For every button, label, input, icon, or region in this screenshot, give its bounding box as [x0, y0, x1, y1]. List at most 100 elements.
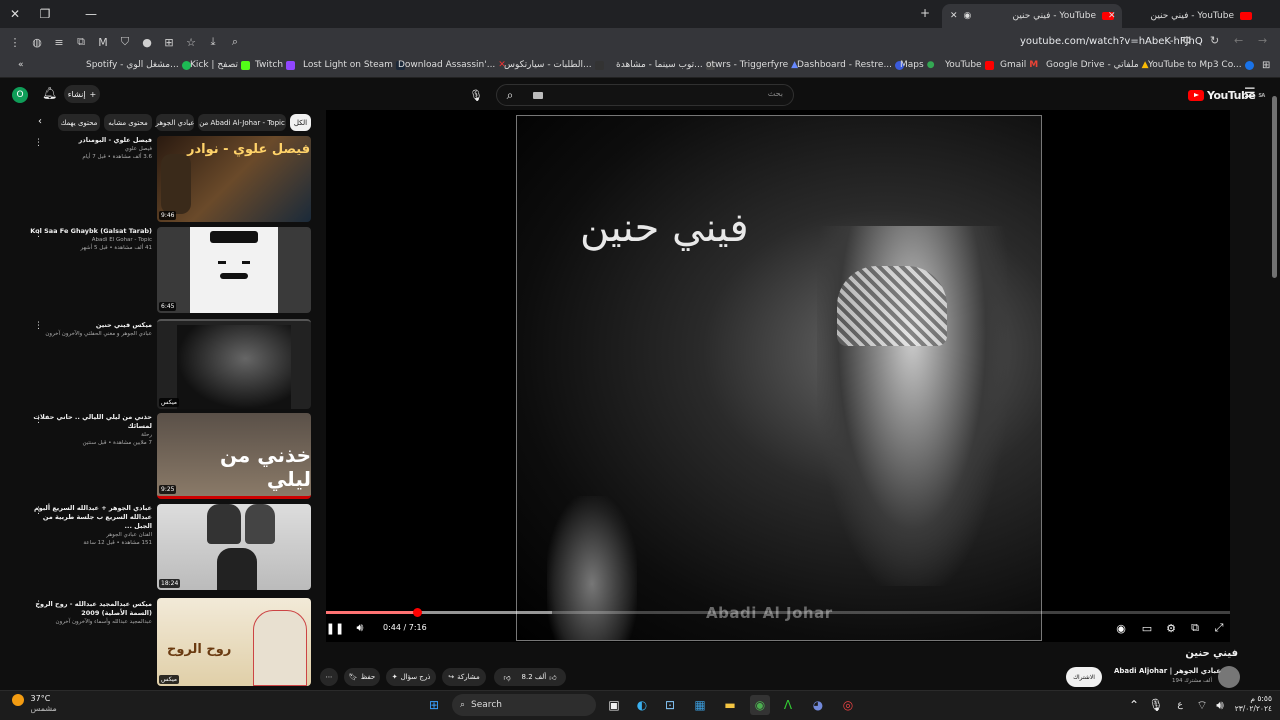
- share-button[interactable]: ↪ مشاركة: [442, 668, 486, 686]
- bookmark-item[interactable]: الطلبات - سيارتكوس...: [504, 60, 604, 70]
- bookmark-item[interactable]: Google Drive - ملفاتي ▲: [1046, 60, 1149, 70]
- hamburger-menu-icon[interactable]: ☰: [1244, 86, 1256, 101]
- fullscreen-icon[interactable]: ⤢: [1212, 620, 1226, 636]
- autoplay-toggle-icon[interactable]: ◉: [1114, 620, 1128, 636]
- taskbar-search[interactable]: ⌕ Search: [452, 694, 596, 716]
- create-button[interactable]: إنشاء +: [64, 85, 100, 103]
- channel-name[interactable]: عبادي الجوهر | Abadi Aljohar: [1114, 667, 1221, 675]
- dislike-icon[interactable]: 👎︎: [503, 673, 510, 682]
- windows-start-icon[interactable]: ⊞: [424, 695, 444, 715]
- tab-inactive[interactable]: ✕ فيني حنين - YouTube: [1100, 4, 1260, 28]
- like-icon[interactable]: 👍︎: [549, 673, 556, 682]
- forward-arrow-icon[interactable]: →: [1258, 34, 1267, 47]
- search-icon[interactable]: ⌕: [496, 84, 524, 106]
- shield-icon[interactable]: ⛉: [114, 31, 136, 53]
- thumbnail[interactable]: فيصل علوي - نوادر 9:46: [157, 136, 311, 222]
- close-tab-icon[interactable]: ✕: [950, 11, 958, 21]
- bookmark-item[interactable]: Spotify - مشغل الوي...: [86, 60, 191, 70]
- thumbnail[interactable]: روح الروح ميكس: [157, 598, 311, 686]
- tune-icon[interactable]: ⚙: [1182, 34, 1192, 47]
- thumbnail[interactable]: ميكس: [157, 319, 311, 409]
- chip-related[interactable]: محتوى مشابه: [104, 114, 152, 131]
- subscribe-button[interactable]: الاشتراك: [1066, 667, 1102, 687]
- remix-button[interactable]: ✦ ذرج سؤال: [386, 668, 436, 686]
- bookmark-item[interactable]: Twitch: [255, 60, 296, 70]
- chrome-icon[interactable]: ◉: [750, 695, 770, 715]
- back-arrow-icon[interactable]: ←: [1234, 34, 1243, 47]
- keyboard-icon[interactable]: [533, 92, 543, 99]
- discord-icon[interactable]: ◕: [808, 695, 828, 715]
- bookmark-item[interactable]: توب سينما - مشاهدة...: [616, 60, 715, 70]
- bookmark-item[interactable]: Maps ●: [900, 60, 935, 70]
- bookmark-item[interactable]: Download Assassin'... ✕: [398, 60, 506, 70]
- language-indicator[interactable]: ع: [1170, 695, 1190, 715]
- list-item[interactable]: ⋮ ميكس فيني حنين عبادي الجوهر و مغني الح…: [30, 319, 312, 409]
- chip-for-you[interactable]: محتوى يهمك: [58, 114, 100, 131]
- app-icon[interactable]: Λ: [778, 695, 798, 715]
- task-view-icon[interactable]: ▣: [604, 695, 624, 715]
- app-red-icon[interactable]: ◎: [838, 695, 858, 715]
- taskbar-clock[interactable]: ٥:٥٥ م ٢٣/٠٢/٢٠٢٤: [1232, 694, 1272, 714]
- microphone-icon[interactable]: 🎙︎: [1146, 695, 1166, 715]
- wifi-icon[interactable]: ⌔: [1192, 695, 1212, 715]
- speaker-icon[interactable]: 🔊︎: [1210, 695, 1230, 715]
- list-item[interactable]: ⋮ عبادي الجوهر + عبدالله السريع ألبوم عب…: [30, 504, 312, 590]
- close-tab-icon[interactable]: ✕: [1108, 11, 1116, 21]
- list-item[interactable]: ⋮ فيصل علوي - البومنادر فيصل علوي 3.6 أل…: [30, 136, 312, 222]
- star-icon[interactable]: ☆: [180, 31, 202, 53]
- file-explorer-icon[interactable]: ▬: [720, 695, 740, 715]
- store-icon[interactable]: ⊡: [660, 695, 680, 715]
- bookmark-item[interactable]: Kick | تصفح: [190, 60, 250, 70]
- search-input[interactable]: بحث: [496, 84, 794, 106]
- bookmark-item[interactable]: otwrs - Triggerfyre ▲: [706, 60, 798, 70]
- more-actions-icon[interactable]: ⋯: [320, 668, 338, 686]
- apps-grid-icon[interactable]: ⊞: [1262, 60, 1270, 71]
- pause-icon[interactable]: ❚❚: [326, 620, 344, 636]
- chip-artist[interactable]: عبادي الجوهر: [156, 114, 195, 131]
- playlist-icon[interactable]: ≡: [48, 31, 70, 53]
- minimize-window-icon[interactable]: —: [76, 0, 106, 28]
- bookmark-item[interactable]: YouTube: [945, 60, 994, 70]
- bookmarks-expand-icon[interactable]: «: [18, 60, 24, 70]
- thumbnail[interactable]: خذني من ليلي 9:25: [157, 413, 311, 499]
- list-item[interactable]: ⋮ حذني من ليلي الليالي .. حاني حفلات لمس…: [30, 413, 312, 499]
- miniplayer-icon[interactable]: ⧉: [1188, 620, 1202, 636]
- new-tab-button[interactable]: +: [920, 6, 930, 20]
- tab-active[interactable]: ✕ ◉ فيني حنين - YouTube: [942, 4, 1122, 28]
- extension-icon[interactable]: ⧉: [70, 31, 92, 53]
- bookmark-item[interactable]: Dashboard - Restre...: [797, 60, 905, 70]
- more-menu-icon[interactable]: ⋮: [4, 31, 26, 53]
- list-item[interactable]: ⋮ ميكس عبدالمجيد عبدالله - روح الروح (ال…: [30, 598, 312, 686]
- translate-icon[interactable]: ⊞: [158, 31, 180, 53]
- bookmark-item[interactable]: Lost Light on Steam: [303, 60, 405, 70]
- extension-m-icon[interactable]: M: [92, 31, 114, 53]
- video-frame[interactable]: [516, 115, 1042, 641]
- bookmark-item[interactable]: YouTube to Mp3 Co...: [1148, 60, 1254, 70]
- chip-topic[interactable]: من Abadi Al-Johar - Topic: [198, 114, 286, 131]
- extension-green-icon[interactable]: ●: [136, 31, 158, 53]
- channel-avatar[interactable]: [1218, 666, 1240, 688]
- list-item[interactable]: ⋮ Kol Saa Fe Ghaybk (Galsat Tarab) Abadi…: [30, 227, 312, 313]
- avatar[interactable]: O: [12, 87, 28, 103]
- save-button[interactable]: 🔖︎ حفظ: [344, 668, 380, 686]
- chevron-left-icon[interactable]: ‹: [38, 116, 42, 127]
- profile-icon[interactable]: ◍: [26, 31, 48, 53]
- address-bar[interactable]: youtube.com/watch?v=hAbeK-hFJhQ: [1020, 36, 1203, 47]
- page-scrollbar[interactable]: [1272, 96, 1277, 278]
- install-icon[interactable]: ⤓: [202, 31, 224, 53]
- volume-icon[interactable]: 🔊︎: [352, 620, 368, 636]
- notifications-bell-icon[interactable]: 🔔︎: [42, 86, 57, 100]
- tray-chevron-icon[interactable]: ⌃: [1124, 695, 1144, 715]
- thumbnail[interactable]: 18:24: [157, 504, 311, 590]
- settings-gear-icon[interactable]: ⚙: [1164, 620, 1178, 636]
- thumbnail[interactable]: 6:45: [157, 227, 311, 313]
- restore-window-icon[interactable]: ❐: [30, 0, 60, 28]
- reload-icon[interactable]: ↻: [1210, 34, 1219, 47]
- photos-icon[interactable]: ▦: [690, 695, 710, 715]
- bookmark-item[interactable]: Gmail M: [1000, 60, 1038, 70]
- chip-all[interactable]: الكل: [290, 114, 311, 131]
- close-window-icon[interactable]: ✕: [0, 0, 30, 28]
- zoom-icon[interactable]: ⌕: [224, 31, 246, 53]
- progress-bar[interactable]: [326, 611, 1230, 614]
- weather-widget[interactable]: 37°C مشمس: [12, 694, 57, 714]
